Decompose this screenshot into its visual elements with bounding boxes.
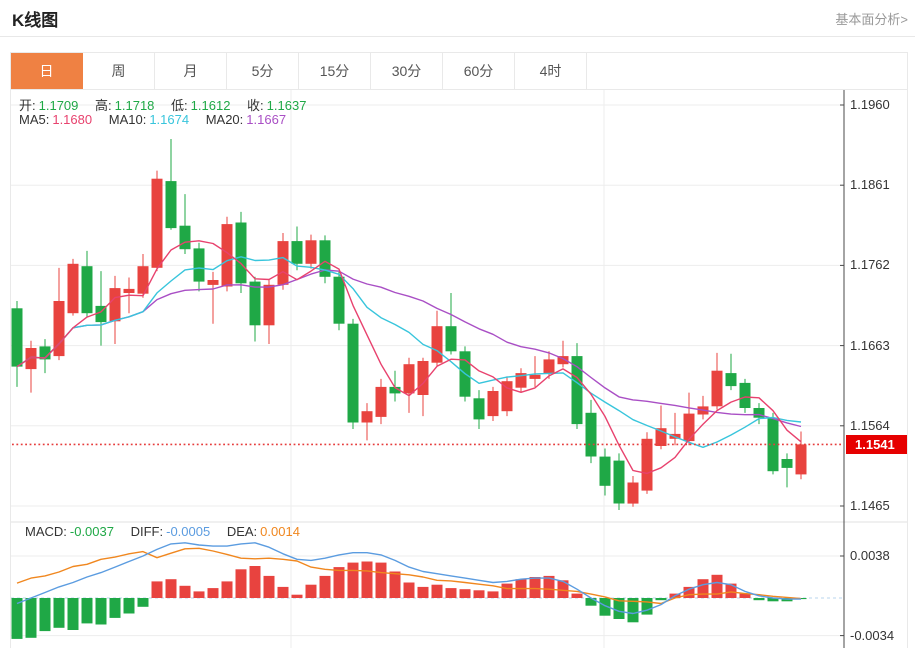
y-axis-label: 0.0038 [850, 548, 890, 563]
tab-week[interactable]: 周 [83, 53, 155, 89]
fundamental-analysis-link[interactable]: 基本面分析> [835, 9, 908, 28]
page-header: K线图 基本面分析> [0, 0, 915, 37]
kline-panel: 日 周 月 5分 15分 30分 60分 4时 开:1.1709 高:1.171… [10, 52, 908, 648]
close-label: 收: [247, 98, 264, 113]
y-axis-label: 1.1663 [850, 338, 890, 353]
chart-area: 开:1.1709 高:1.1718 低:1.1612 收:1.1637 MA5:… [11, 90, 907, 648]
ma10-value: 1.1674 [149, 112, 189, 127]
tab-5min[interactable]: 5分 [227, 53, 299, 89]
y-axis-label: 1.1861 [850, 177, 890, 192]
diff-value: -0.0005 [166, 524, 210, 539]
interval-tabs: 日 周 月 5分 15分 30分 60分 4时 [11, 53, 907, 90]
diff-label: DIFF: [131, 524, 164, 539]
macd-legend: MACD:-0.0037 DIFF:-0.0005 DEA:0.0014 [25, 524, 300, 539]
tab-15min[interactable]: 15分 [299, 53, 371, 89]
high-label: 高: [95, 98, 112, 113]
open-label: 开: [19, 98, 36, 113]
ma10-label: MA10: [109, 112, 147, 127]
ma5-label: MA5: [19, 112, 49, 127]
y-axis-label: 1.1564 [850, 418, 890, 433]
low-value: 1.1612 [191, 98, 231, 113]
high-value: 1.1718 [115, 98, 155, 113]
ma20-label: MA20: [206, 112, 244, 127]
dea-label: DEA: [227, 524, 257, 539]
low-label: 低: [171, 98, 188, 113]
macd-value: -0.0037 [70, 524, 114, 539]
ma5-value: 1.1680 [52, 112, 92, 127]
y-axis-label: 1.1960 [850, 97, 890, 112]
ma-legend: MA5:1.1680 MA10:1.1674 MA20:1.1667 [19, 112, 286, 127]
ma20-value: 1.1667 [246, 112, 286, 127]
y-axis-label: 1.1762 [850, 257, 890, 272]
tab-month[interactable]: 月 [155, 53, 227, 89]
tab-4hour[interactable]: 4时 [515, 53, 587, 89]
tab-60min[interactable]: 60分 [443, 53, 515, 89]
close-value: 1.1637 [267, 98, 307, 113]
tab-30min[interactable]: 30分 [371, 53, 443, 89]
open-value: 1.1709 [39, 98, 79, 113]
candlestick-chart[interactable] [11, 90, 907, 648]
y-axis-label: -0.0034 [850, 628, 894, 643]
macd-label: MACD: [25, 524, 67, 539]
tab-day[interactable]: 日 [11, 53, 83, 89]
last-price-badge: 1.1541 [846, 435, 907, 454]
page-title: K线图 [12, 6, 58, 31]
y-axis-label: 1.1465 [850, 498, 890, 513]
dea-value: 0.0014 [260, 524, 300, 539]
